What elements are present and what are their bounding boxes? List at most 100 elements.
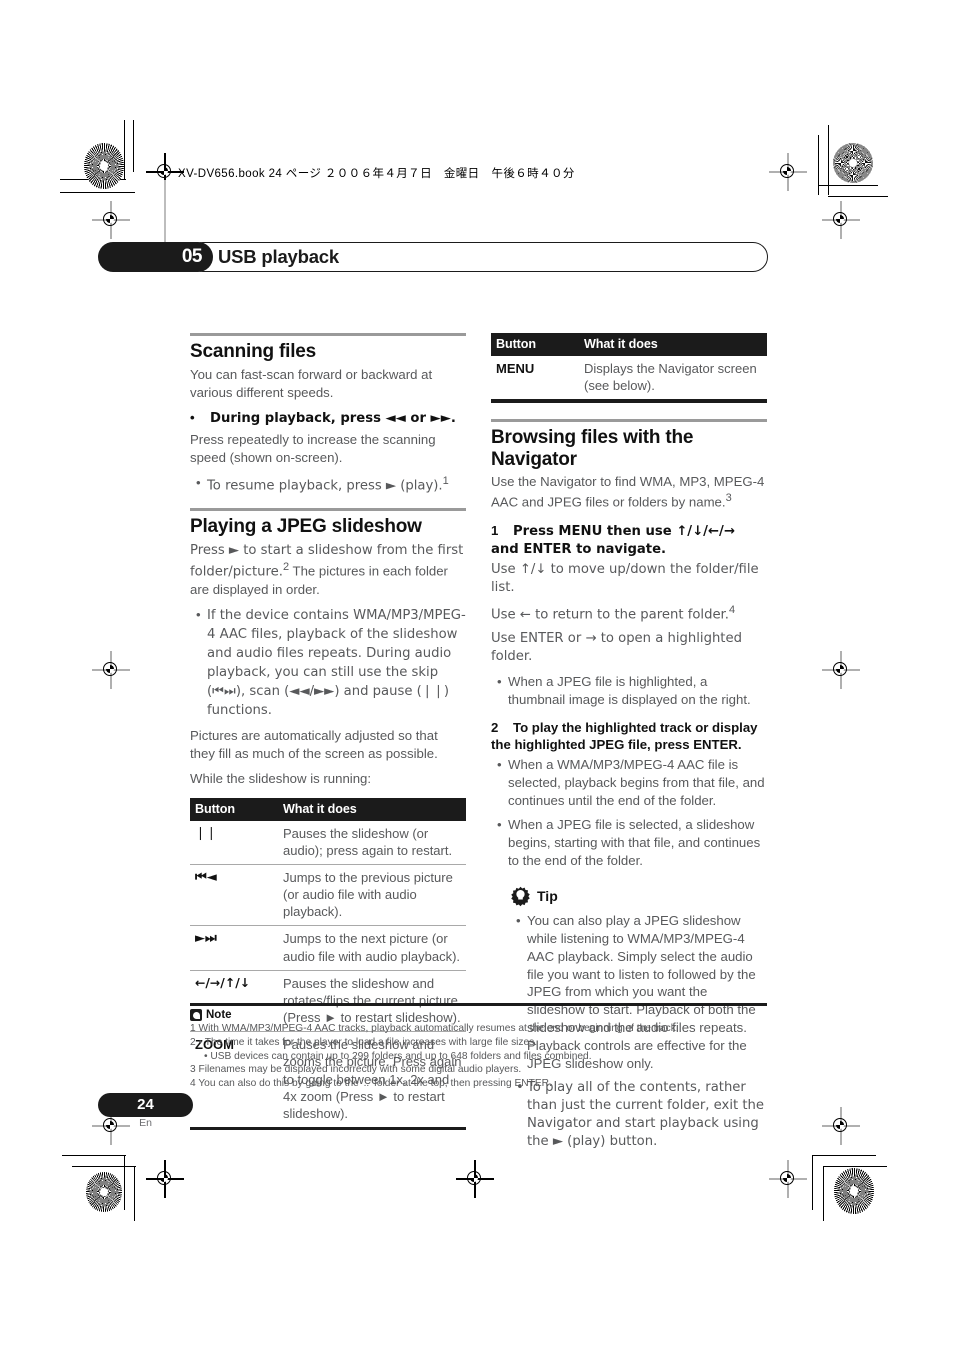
note-number: 2 [190, 1036, 196, 1048]
heading-scanning-files: Scanning files [190, 341, 317, 362]
navigator-intro-text: Use the Navigator to find WMA, MP3, MPEG… [491, 474, 765, 510]
section-rule [491, 418, 767, 422]
page-number-badge: 24 [98, 1093, 193, 1117]
center-guide-top [164, 180, 166, 250]
note-text: • USB devices can contain up to 299 fold… [204, 1050, 592, 1062]
step-1-bullets: When a JPEG file is highlighted, a thumb… [491, 673, 767, 709]
crop-mark-top-left-horizontal-2 [60, 192, 135, 194]
step-2-number: 2 [491, 719, 499, 735]
crop-mark-bottom-right-vertical-2 [823, 1166, 825, 1221]
heading-browsing-files: Browsing files with the Navigator [491, 426, 694, 470]
desc-cell: Pauses the slideshow (or audio); press a… [279, 820, 466, 865]
note-ref: 3 [725, 492, 732, 505]
note-text: With WMA/MP3/MPEG-4 AAC tracks, playback… [198, 1023, 679, 1035]
column-header-button: Button [190, 797, 279, 821]
registration-mark-upper-right-edge [822, 201, 860, 239]
step-1-line-1: Use ↑/↓ to move up/down the folder/file … [491, 561, 759, 595]
registration-mark-bottom-center [456, 1160, 494, 1198]
desc-cell: Jumps to the next picture (or audio file… [279, 925, 466, 971]
step-1-text: Press MENU then use ↑/↓/←/→ and ENTER to… [491, 523, 735, 558]
desc-cell: Displays the Navigator screen (see below… [584, 361, 757, 394]
heading-playing-jpeg-slideshow: Playing a JPEG slideshow [190, 515, 422, 537]
tip-lightbulb-gear-icon [510, 886, 531, 907]
button-cell: MENU [496, 361, 535, 376]
density-patch-bottom-right [834, 1168, 874, 1214]
table-body: MENU Displays the Navigator screen (see … [491, 356, 767, 399]
scanning-bold-bullet-text: During playback, press ◄◄ or ►►. [210, 410, 456, 426]
section-rule [190, 507, 466, 511]
notes-block: Note 1 With WMA/MP3/MPEG-4 AAC tracks, p… [190, 1003, 767, 1091]
note-item: 1 With WMA/MP3/MPEG-4 AAC tracks, playba… [190, 1022, 767, 1036]
registration-mark-top-right [769, 153, 807, 191]
density-patch-bottom-left [86, 1172, 122, 1212]
crop-mark-bottom-right-horizontal [812, 1155, 876, 1157]
crop-mark-bottom-right-vertical [812, 1155, 814, 1210]
registration-mark-middle-right [822, 651, 860, 689]
menu-button-table: Button What it does MENU Displays the Na… [491, 333, 767, 399]
button-cell: ❘❘ [190, 820, 279, 865]
note-text: You can also do this by going to the '..… [198, 1077, 552, 1089]
crop-mark-top-right-horizontal-2 [828, 196, 888, 198]
scanning-after-bold: Press repeatedly to increase the scannin… [190, 431, 436, 465]
step-1-line-3: Use ENTER or → to open a highlighted fol… [491, 631, 742, 664]
tip-label: Tip [537, 888, 558, 905]
slideshow-bullets: If the device contains WMA/MP3/MPEG-4 AA… [190, 606, 466, 720]
column-header-button: Button [491, 333, 580, 356]
note-label: Note [206, 1009, 232, 1022]
table-header-row: Button What it does [491, 333, 767, 356]
crop-mark-bottom-left-horizontal [62, 1155, 126, 1157]
print-slug-line: XV-DV656.book 24 ページ ２００６年４月７日 金曜日 午後６時４… [178, 168, 575, 180]
crop-mark-bottom-left-vertical [124, 1155, 126, 1210]
note-ref: 1 [442, 474, 449, 487]
crop-mark-top-left-vertical-2 [133, 120, 135, 172]
note-item: 2 • The time it takes for the player to … [190, 1036, 767, 1050]
slideshow-bullet-1: If the device contains WMA/MP3/MPEG-4 AA… [207, 608, 466, 718]
scanning-bold-bullet: • During playback, press ◄◄ or ►►. [190, 409, 456, 426]
density-patch-top-left [84, 143, 124, 189]
table-head: Button What it does [491, 333, 767, 356]
table-row: ⏮◄ Jumps to the previous picture (or aud… [190, 864, 466, 927]
list-item: If the device contains WMA/MP3/MPEG-4 AA… [196, 606, 466, 720]
step-2: 2 To play the highlighted track or displa… [491, 719, 767, 754]
navigator-intro: Use the Navigator to find WMA, MP3, MPEG… [491, 473, 767, 511]
list-item: When a WMA/MP3/MPEG-4 AAC file is select… [497, 756, 767, 810]
column-header-what-it-does: What it does [580, 333, 767, 356]
table-row: ❘❘ Pauses the slideshow (or audio); pres… [190, 820, 466, 865]
crop-mark-top-left-vertical [124, 120, 126, 180]
chapter-number: 05 [98, 242, 213, 272]
note-item: 3 Filenames may be displayed incorrectly… [190, 1063, 767, 1077]
list-item: When a JPEG file is highlighted, a thumb… [497, 673, 767, 709]
registration-mark-middle-left [92, 651, 130, 689]
registration-mark-lower-right-edge [822, 1107, 860, 1145]
notes-top-rule [190, 1003, 767, 1007]
table-row: MENU Displays the Navigator screen (see … [491, 356, 767, 399]
button-cell: ►⏭ [190, 925, 279, 971]
scanning-sub-bullets: To resume playback, press ► (play).1 [190, 474, 466, 495]
note-text: Filenames may be displayed incorrectly w… [198, 1064, 522, 1076]
note-number: 3 [190, 1064, 196, 1076]
registration-mark-bottom-left [146, 1160, 184, 1198]
step-1-line-2-text: Use ← to return to the parent folder. [491, 607, 729, 623]
step-1-line-2: Use ← to return to the parent folder.4 [491, 603, 767, 624]
desc-cell: Jumps to the previous picture (or audio … [279, 864, 466, 927]
table-header-row: Button What it does [190, 797, 466, 821]
crop-mark-bottom-left-vertical-2 [134, 1166, 136, 1221]
button-cell: ⏮◄ [190, 864, 279, 927]
scanning-intro: You can fast-scan forward or backward at… [190, 366, 433, 400]
note-item: • USB devices can contain up to 299 fold… [190, 1050, 767, 1064]
registration-mark-bottom-right [769, 1160, 807, 1198]
table-row: ►⏭ Jumps to the next picture (or audio f… [190, 925, 466, 971]
note-header: Note [190, 1009, 767, 1022]
manual-page: XV-DV656.book 24 ページ ２００６年４月７日 金曜日 午後６時４… [0, 0, 954, 1351]
note-ref: 2 [282, 560, 290, 573]
chapter-header: 05 USB playback [98, 242, 768, 272]
note-number: 1 [190, 1023, 196, 1035]
step-2-bullets: When a WMA/MP3/MPEG-4 AAC file is select… [491, 756, 767, 870]
list-item: When a JPEG file is selected, a slidesho… [497, 816, 767, 870]
note-icon [190, 1009, 202, 1022]
registration-mark-upper-left-edge [92, 201, 130, 239]
step-2-text: To play the highlighted track or display… [491, 719, 758, 753]
step-1: 1 Press MENU then use ↑/↓/←/→ and ENTER t… [491, 522, 767, 559]
scanning-resume-text: To resume playback, press ► (play). [207, 478, 443, 493]
list-item: To resume playback, press ► (play).1 [196, 474, 466, 495]
